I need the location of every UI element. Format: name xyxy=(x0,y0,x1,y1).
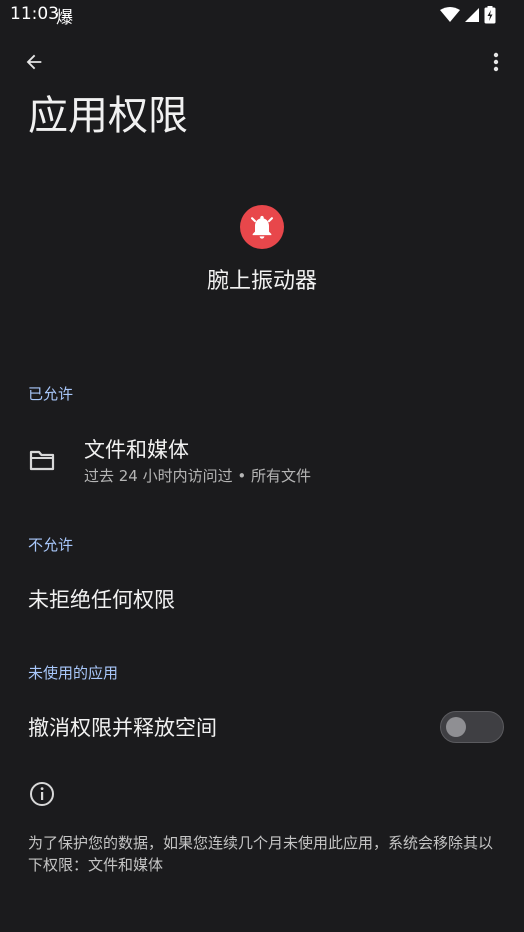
section-header-unused-apps: 未使用的应用 xyxy=(28,664,119,682)
footer-info-text: 为了保护您的数据，如果您连续几个月未使用此应用，系统会移除其以下权限：文件和媒体 xyxy=(28,834,494,874)
permission-row-files-media[interactable]: 文件和媒体 过去 24 小时内访问过 • 所有文件 xyxy=(0,420,524,500)
back-button[interactable] xyxy=(14,42,54,82)
more-vert-icon xyxy=(493,52,499,72)
app-name: 腕上振动器 xyxy=(206,269,317,294)
status-time: 11:03 xyxy=(10,4,59,24)
revoke-permissions-row[interactable]: 撤消权限并释放空间 xyxy=(0,700,524,756)
battery-icon xyxy=(484,6,496,24)
revoke-permissions-switch[interactable] xyxy=(440,711,504,743)
app-header: 腕上振动器 xyxy=(0,200,524,297)
section-header-allowed: 已允许 xyxy=(28,385,74,403)
notification-app-icon: 爆 xyxy=(56,8,73,28)
page-title: 应用权限 xyxy=(28,93,188,139)
section-header-denied: 不允许 xyxy=(28,536,74,554)
more-options-button[interactable] xyxy=(476,42,516,82)
switch-knob xyxy=(446,717,466,737)
app-icon xyxy=(240,205,284,249)
app-bar xyxy=(0,40,524,84)
status-icons xyxy=(440,6,496,24)
wifi-icon xyxy=(440,7,460,22)
arrow-back-icon xyxy=(26,54,42,70)
denied-empty-text: 未拒绝任何权限 xyxy=(28,588,175,612)
folder-icon xyxy=(29,450,55,471)
cell-signal-icon xyxy=(465,8,479,22)
revoke-permissions-label: 撤消权限并释放空间 xyxy=(28,716,217,740)
info-icon xyxy=(30,782,54,806)
permission-title: 文件和媒体 xyxy=(84,438,189,462)
permission-summary: 过去 24 小时内访问过 • 所有文件 xyxy=(84,467,312,485)
status-bar: 11:03 爆 xyxy=(0,0,524,30)
bell-alert-icon xyxy=(251,215,273,239)
